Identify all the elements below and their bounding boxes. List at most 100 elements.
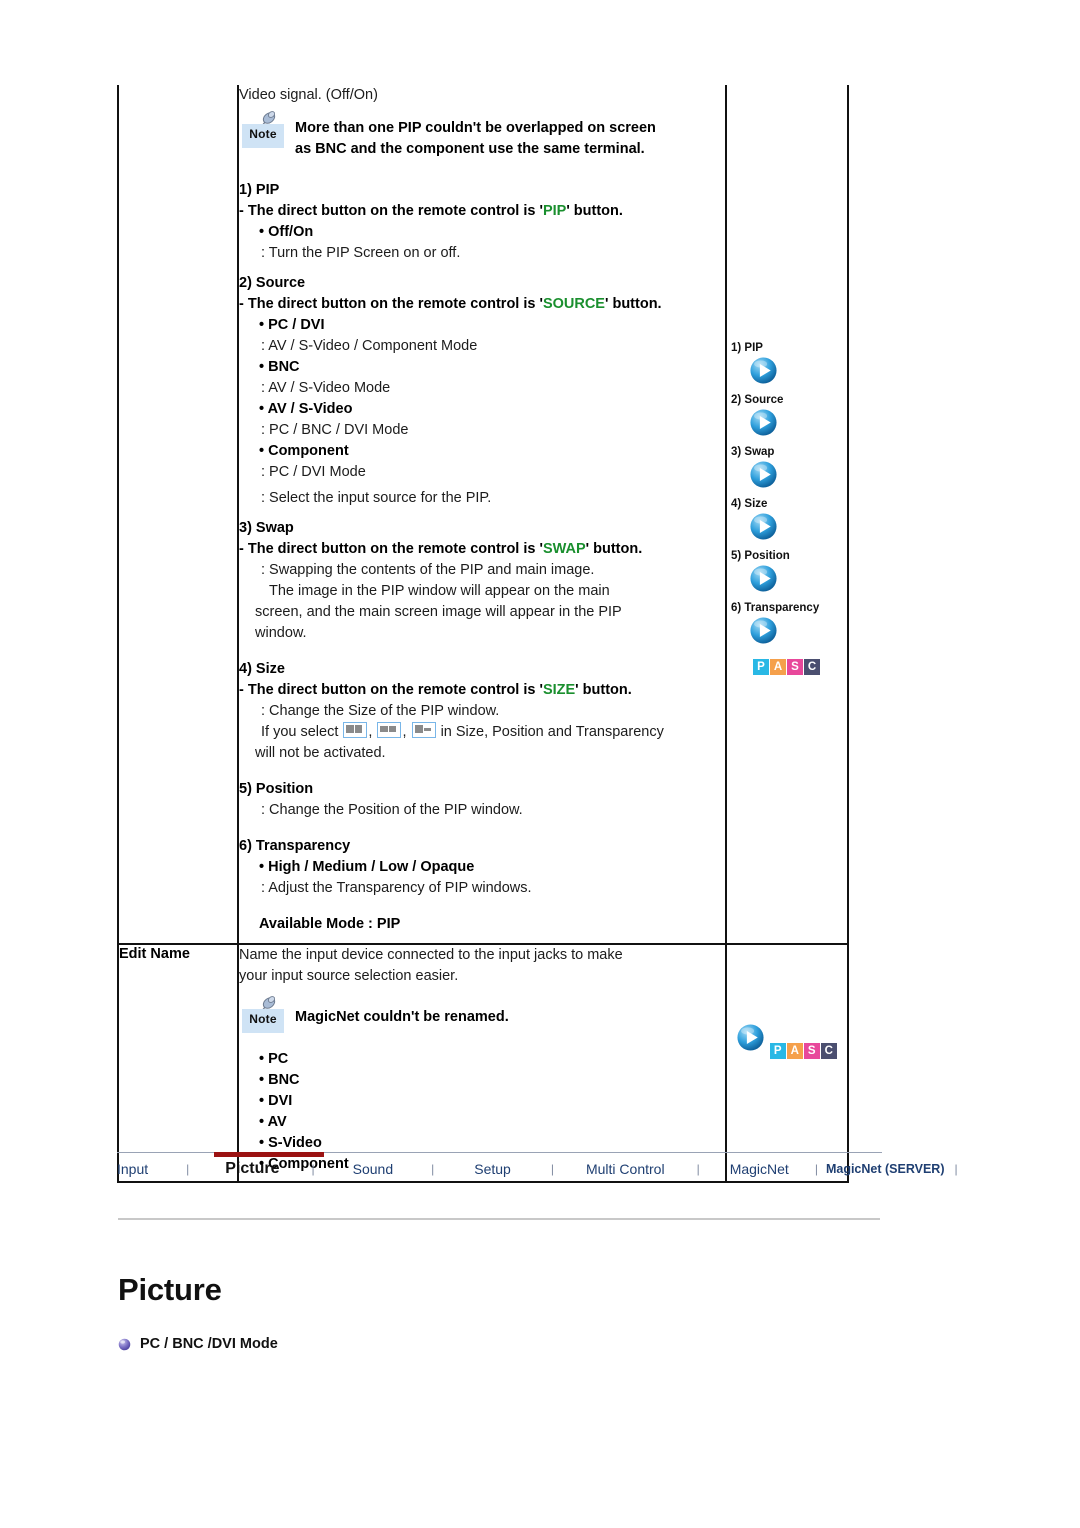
direct-key-3: SWAP [542, 541, 586, 557]
pip-size-line-1: : Change the Size of the PIP window. [261, 703, 500, 719]
pip-item-heading-2: 2) Source [239, 275, 306, 291]
pip-swap-line-3: screen, and the main screen image will a… [255, 604, 622, 620]
pip-swap-line-2: The image in the PIP window will appear … [269, 583, 610, 599]
row-visual-cell-pip: 1) PIP 2) Source 3) Swap 4) Size 5) Posi… [725, 85, 849, 944]
table-row-edit-name: Edit Name Name the input device connecte… [117, 943, 849, 1183]
pip-item-direct-1: - The direct button on the remote contro… [239, 201, 725, 222]
direct-key-4: SIZE [542, 682, 576, 698]
nav-item-multi-control[interactable]: Multi Control [586, 1161, 665, 1177]
row-body-cell-pip: Video signal. (Off/On) Note More than on… [237, 85, 727, 944]
nav-active-indicator [214, 1152, 324, 1157]
pip-intro-text: Video signal. (Off/On) [239, 87, 378, 103]
note-badge: Note [239, 110, 287, 150]
pip-visual-list: 1) PIP 2) Source 3) Swap 4) Size 5) Posi… [727, 85, 847, 675]
direct-key-2: SOURCE [542, 296, 605, 312]
pip-item-direct-3: - The direct button on the remote contro… [239, 539, 725, 560]
nav-item-picture[interactable]: Picture [225, 1160, 279, 1178]
note-badge-label: Note [249, 1012, 277, 1026]
bullet-sphere-icon [118, 1338, 131, 1350]
nav-item-setup[interactable]: Setup [474, 1161, 511, 1177]
pip-item-tail-2: : Select the input source for the PIP. [261, 490, 492, 506]
play-button-icon[interactable] [749, 564, 778, 593]
play-button-icon[interactable] [749, 512, 778, 541]
pip-size-icon-wide [377, 722, 402, 738]
nav-separator: | [311, 1162, 315, 1176]
pip-visual-label-5: 5) Position [731, 550, 790, 562]
pip-visual-label-1: 1) PIP [731, 342, 763, 354]
pasc-letter-a: A [786, 1043, 803, 1059]
pip-sub-bullet-1-0: • Off/On [259, 224, 314, 240]
note-callout-pip: Note More than one PIP couldn't be overl… [239, 110, 725, 160]
editname-bullet-2: • DVI [259, 1093, 293, 1109]
note-text-editname: MagicNet couldn't be renamed. [295, 1009, 509, 1025]
pip-sub-desc-2-1: : AV / S-Video Mode [261, 380, 391, 396]
pip-size-icon-line: If you select , , in Size, Position and … [261, 722, 664, 740]
pip-item-heading-4: 4) Size [239, 661, 285, 677]
nav-item-magicnet[interactable]: MagicNet [730, 1161, 789, 1177]
play-button-icon[interactable] [749, 616, 778, 645]
direct-prefix-4: - The direct button on the remote contro… [239, 682, 543, 698]
pasc-letter-a: A [770, 659, 786, 675]
pip-sub-desc-6-0: : Adjust the Transparency of PIP windows… [261, 880, 532, 896]
note-callout-editname: Note MagicNet couldn't be renamed. [239, 995, 725, 1035]
direct-suffix-4: ' button. [575, 682, 632, 698]
pip-visual-label-6: 6) Transparency [731, 602, 820, 614]
row-label-cell-editname: Edit Name [117, 943, 239, 1183]
direct-key-1: PIP [542, 203, 567, 219]
direct-prefix-3: - The direct button on the remote contro… [239, 541, 543, 557]
direct-suffix-2: ' button. [604, 296, 662, 312]
pip-item-direct-4: - The direct button on the remote contro… [239, 680, 725, 701]
pip-item-heading-1: 1) PIP [239, 182, 280, 198]
pip-size-icon-prefix: If you select [261, 724, 339, 740]
pip-swap-line-4: window. [255, 625, 307, 641]
pip-sub-desc-2-2: : PC / BNC / DVI Mode [261, 422, 409, 438]
pip-visual-item-4: 4) Size [731, 497, 847, 546]
pasc-letter-p: P [769, 1043, 786, 1059]
nav-item-magicnet-server[interactable]: MagicNet (SERVER) [826, 1162, 945, 1176]
pip-position-line-1: : Change the Position of the PIP window. [261, 802, 523, 818]
row-label-edit-name: Edit Name [119, 946, 190, 962]
nav-item-sound[interactable]: Sound [353, 1161, 393, 1177]
pip-visual-item-2: 2) Source [731, 393, 847, 442]
pip-visual-item-3: 3) Swap [731, 445, 847, 494]
section-divider [118, 1218, 880, 1220]
nav-separator: | [696, 1162, 700, 1176]
pip-sub-bullet-2-2: • AV / S-Video [259, 401, 353, 417]
nav-item-input[interactable]: Input [117, 1161, 148, 1177]
pip-size-icon-suffix: in Size, Position and Transparency [440, 724, 664, 740]
pip-available-mode: Available Mode : PIP [259, 916, 401, 932]
pasc-letter-p: P [753, 659, 769, 675]
pip-sub-bullet-2-1: • BNC [259, 359, 300, 375]
nav-separator: | [431, 1162, 435, 1176]
direct-prefix-1: - The direct button on the remote contro… [239, 203, 543, 219]
pasc-badge-editname: PASC [769, 1043, 838, 1059]
editname-bullet-1: • BNC [259, 1072, 300, 1088]
direct-suffix-3: ' button. [585, 541, 643, 557]
play-button-icon[interactable] [749, 356, 778, 385]
nav-items-list: Input | Picture | Sound | Setup | Multi … [117, 1160, 958, 1178]
editname-bullet-3: • AV [259, 1114, 287, 1130]
pip-item-heading-5: 5) Position [239, 781, 314, 797]
pip-sub-desc-2-0: : AV / S-Video / Component Mode [261, 338, 478, 354]
play-button-icon[interactable] [749, 460, 778, 489]
pasc-letter-s: S [803, 1043, 820, 1059]
specification-table: Video signal. (Off/On) Note More than on… [117, 85, 849, 1183]
pip-size-icon-double [411, 722, 436, 738]
nav-separator: | [550, 1162, 554, 1176]
pip-sub-bullet-2-0: • PC / DVI [259, 317, 325, 333]
play-button-icon[interactable] [749, 408, 778, 437]
note-text-pip: More than one PIP couldn't be overlapped… [295, 120, 656, 157]
editname-visual-group: PASC [727, 945, 847, 1059]
pip-sub-bullet-6-0: • High / Medium / Low / Opaque [259, 859, 475, 875]
pip-visual-item-1: 1) PIP [731, 341, 847, 390]
row-body-cell-editname: Name the input device connected to the i… [237, 943, 727, 1183]
nav-separator: | [954, 1162, 958, 1176]
pip-item-direct-2: - The direct button on the remote contro… [239, 294, 725, 315]
pasc-badge-pip: PASC [753, 659, 821, 675]
play-button-icon[interactable] [736, 1023, 765, 1052]
direct-prefix-2: - The direct button on the remote contro… [239, 296, 543, 312]
row-visual-cell-editname: PASC [725, 943, 849, 1183]
editname-bullet-4: • S-Video [259, 1135, 322, 1151]
pasc-letter-c: C [820, 1043, 837, 1059]
pip-size-line-2: will not be activated. [255, 745, 386, 761]
